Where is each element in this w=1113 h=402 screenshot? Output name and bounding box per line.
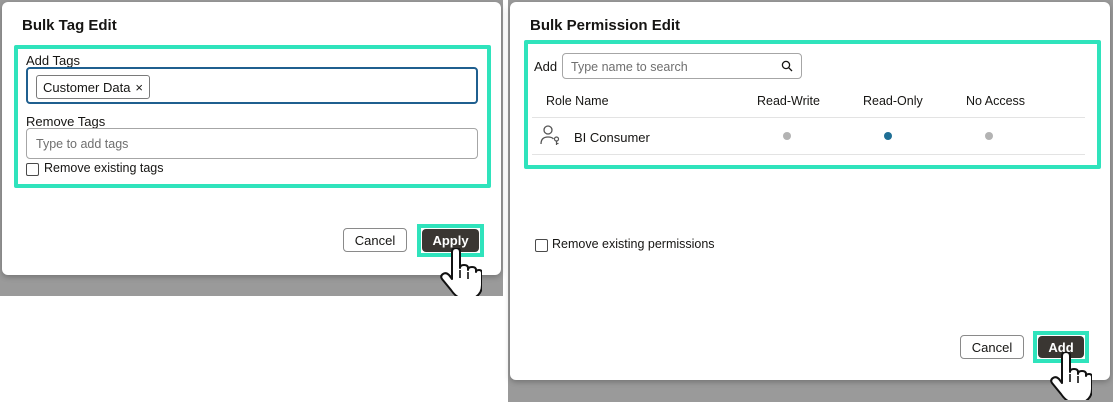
hand-pointer-icon bbox=[1050, 352, 1092, 400]
role-name-cell: BI Consumer bbox=[574, 130, 650, 145]
read-write-radio[interactable] bbox=[783, 132, 791, 140]
remove-existing-tags-checkbox[interactable] bbox=[26, 163, 39, 176]
remove-tags-label: Remove Tags bbox=[26, 114, 106, 129]
remove-existing-permissions-label: Remove existing permissions bbox=[552, 237, 715, 251]
user-role-icon bbox=[540, 125, 560, 145]
remove-existing-permissions-checkbox[interactable] bbox=[535, 239, 548, 252]
read-only-radio[interactable] bbox=[884, 132, 892, 140]
column-header-read-only: Read-Only bbox=[863, 94, 923, 108]
tag-chip-label: Customer Data bbox=[43, 79, 131, 95]
remove-tags-input[interactable]: Type to add tags bbox=[26, 128, 478, 159]
search-placeholder: Type name to search bbox=[571, 60, 688, 74]
hand-pointer-icon bbox=[440, 248, 482, 296]
search-icon[interactable] bbox=[781, 60, 793, 72]
remove-existing-tags-label: Remove existing tags bbox=[44, 161, 164, 175]
bulk-permission-edit-dialog: Bulk Permission Edit Add Type name to se… bbox=[510, 2, 1110, 380]
tag-chip: Customer Data × bbox=[36, 75, 151, 99]
dialog-title: Bulk Permission Edit bbox=[530, 17, 681, 34]
remove-tags-placeholder: Type to add tags bbox=[36, 137, 129, 151]
add-tags-input[interactable]: Customer Data × bbox=[26, 67, 478, 104]
column-header-read-write: Read-Write bbox=[757, 94, 820, 108]
add-label: Add bbox=[534, 59, 558, 74]
cancel-button[interactable]: Cancel bbox=[343, 228, 407, 252]
cancel-button[interactable]: Cancel bbox=[960, 335, 1024, 359]
bulk-tag-edit-dialog: Bulk Tag Edit Add Tags Customer Data × R… bbox=[2, 2, 501, 275]
no-access-radio[interactable] bbox=[985, 132, 993, 140]
add-tags-label: Add Tags bbox=[26, 53, 80, 68]
row-divider bbox=[532, 154, 1085, 155]
remove-tag-icon[interactable]: × bbox=[135, 80, 143, 95]
search-input[interactable]: Type name to search bbox=[562, 53, 802, 79]
dialog-title: Bulk Tag Edit bbox=[22, 17, 117, 34]
column-header-no-access: No Access bbox=[966, 94, 1026, 108]
column-header-role-name: Role Name bbox=[546, 94, 609, 108]
row-divider bbox=[532, 117, 1085, 118]
